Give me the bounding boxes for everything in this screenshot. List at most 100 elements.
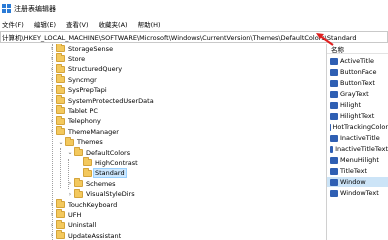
value-row[interactable]: HilightText bbox=[327, 111, 388, 121]
tree-item[interactable]: › UpdateAssistant bbox=[48, 230, 122, 240]
value-row[interactable]: GrayText bbox=[327, 89, 388, 99]
value-row[interactable]: TitleText bbox=[327, 166, 388, 176]
reg-dword-icon bbox=[330, 112, 338, 120]
menu-help[interactable]: 帮助(H) bbox=[138, 19, 161, 29]
chevron-right-icon bbox=[75, 159, 83, 167]
chevron-right-icon[interactable]: › bbox=[48, 65, 56, 73]
chevron-right-icon[interactable]: › bbox=[48, 55, 56, 63]
tree-item[interactable]: › Syncmgr bbox=[48, 74, 98, 85]
tree-guide-line bbox=[60, 148, 61, 188]
chevron-right-icon[interactable]: › bbox=[48, 211, 56, 219]
reg-dword-icon bbox=[330, 90, 338, 98]
chevron-right-icon[interactable]: › bbox=[48, 76, 56, 84]
reg-dword-icon bbox=[330, 134, 338, 142]
value-name: TitleText bbox=[340, 167, 368, 175]
value-row[interactable]: HotTrackingColor bbox=[327, 122, 388, 132]
tree-item-label: StorageSense bbox=[68, 44, 114, 53]
value-name: MenuHilight bbox=[340, 156, 379, 164]
chevron-down-icon[interactable]: ⌄ bbox=[66, 149, 74, 157]
reg-dword-icon bbox=[330, 79, 338, 87]
tree-item[interactable]: › SysPrepTapi bbox=[48, 84, 108, 96]
tree-item[interactable]: › VisualStyleDirs bbox=[66, 188, 136, 200]
tree-item-label: TouchKeyboard bbox=[68, 200, 118, 209]
value-row[interactable]: InactiveTitle bbox=[327, 133, 388, 143]
tree-item[interactable]: › SystemProtectedUserData bbox=[48, 95, 155, 106]
menu-favorites[interactable]: 收藏夹(A) bbox=[99, 19, 128, 29]
chevron-down-icon[interactable]: ⌄ bbox=[57, 138, 65, 146]
value-name: ButtonFace bbox=[340, 68, 377, 76]
value-row[interactable]: InactiveTitleText bbox=[327, 144, 388, 154]
chevron-right-icon[interactable]: › bbox=[48, 232, 56, 240]
chevron-right-icon[interactable]: › bbox=[48, 86, 56, 94]
tree-item[interactable]: › Uninstall bbox=[48, 219, 97, 231]
folder-icon bbox=[56, 84, 65, 94]
reg-dword-icon bbox=[330, 189, 338, 197]
menu-file[interactable]: 文件(F) bbox=[2, 19, 24, 29]
value-row[interactable]: Window bbox=[327, 177, 388, 187]
tree-item[interactable]: › Tablet PC bbox=[48, 105, 99, 116]
registry-tree[interactable]: › StorageSense › Store › StructuredQuery › Sync… bbox=[0, 44, 326, 240]
tree-item[interactable]: › Schemes bbox=[66, 178, 117, 189]
address-path[interactable]: 计算机\HKEY_LOCAL_MACHINE\SOFTWARE\Microsof… bbox=[1, 32, 357, 42]
reg-dword-icon bbox=[330, 156, 338, 164]
tree-item-label: ThemeManager bbox=[68, 127, 119, 136]
chevron-right-icon[interactable]: › bbox=[66, 180, 74, 188]
chevron-right-icon[interactable]: › bbox=[48, 107, 56, 115]
value-name: GrayText bbox=[340, 90, 369, 98]
chevron-right-icon[interactable]: › bbox=[48, 117, 56, 125]
title-bar: 注册表编辑器 bbox=[0, 0, 388, 17]
values-pane[interactable]: 名称 ActiveTitle ButtonFace ButtonText GrayTe… bbox=[327, 44, 388, 240]
value-row[interactable]: MenuHilight bbox=[327, 155, 388, 165]
folder-icon bbox=[56, 230, 65, 240]
tree-item-label: HighContrast bbox=[95, 158, 138, 167]
tree-item[interactable]: › UFH bbox=[48, 209, 82, 220]
menu-view[interactable]: 查看(V) bbox=[66, 19, 89, 29]
tree-item-label: DefaultColors bbox=[86, 148, 131, 157]
folder-icon bbox=[56, 199, 65, 208]
tree-item[interactable]: › ThemeManager bbox=[48, 126, 120, 137]
chevron-right-icon[interactable]: › bbox=[48, 45, 56, 53]
value-row[interactable]: Hilight bbox=[327, 100, 388, 110]
tree-item[interactable]: ⌄ DefaultColors bbox=[66, 147, 131, 158]
tree-item-label: Themes bbox=[77, 138, 103, 147]
window-title: 注册表编辑器 bbox=[14, 4, 56, 13]
tree-item-label: UpdateAssistant bbox=[68, 231, 122, 240]
values-column-header-name[interactable]: 名称 bbox=[327, 44, 388, 54]
chevron-right-icon[interactable]: › bbox=[48, 221, 56, 229]
tree-item[interactable]: › Store bbox=[48, 53, 86, 64]
chevron-right-icon[interactable]: › bbox=[48, 128, 56, 136]
folder-icon bbox=[56, 95, 65, 104]
folder-icon bbox=[56, 44, 65, 52]
folder-icon bbox=[74, 188, 83, 198]
value-row[interactable]: ButtonFace bbox=[327, 67, 388, 77]
tree-item[interactable]: ⌄ Themes bbox=[57, 136, 104, 148]
reg-dword-icon bbox=[330, 57, 338, 65]
menu-bar: 文件(F) 编辑(E) 查看(V) 收藏夹(A) 帮助(H) bbox=[0, 18, 388, 30]
reg-dword-icon bbox=[330, 178, 338, 186]
folder-icon bbox=[56, 74, 65, 84]
value-name: WindowText bbox=[340, 189, 379, 197]
folder-icon bbox=[56, 115, 65, 125]
tree-item-label: Uninstall bbox=[68, 221, 97, 230]
value-row[interactable]: ButtonText bbox=[327, 78, 388, 88]
regedit-app-icon bbox=[2, 4, 11, 13]
folder-icon bbox=[56, 105, 65, 115]
tree-item[interactable]: › TouchKeyboard bbox=[48, 199, 118, 210]
tree-item[interactable]: › StructuredQuery bbox=[48, 63, 123, 75]
value-row[interactable]: WindowText bbox=[327, 188, 388, 198]
chevron-right-icon[interactable]: › bbox=[66, 190, 74, 198]
tree-item-label: SysPrepTapi bbox=[68, 86, 107, 95]
value-name: ButtonText bbox=[340, 79, 375, 87]
value-row[interactable]: ActiveTitle bbox=[327, 56, 388, 66]
folder-icon bbox=[74, 147, 83, 156]
menu-edit[interactable]: 编辑(E) bbox=[34, 19, 56, 29]
folder-icon bbox=[56, 126, 65, 136]
tree-item[interactable]: HighContrast bbox=[75, 157, 139, 168]
value-name: HilightText bbox=[340, 112, 375, 120]
tree-item[interactable]: Standard bbox=[75, 167, 127, 179]
tree-item[interactable]: › Telephony bbox=[48, 115, 102, 127]
chevron-right-icon[interactable]: › bbox=[48, 201, 56, 209]
tree-item-label: Tablet PC bbox=[68, 106, 98, 115]
value-name: ActiveTitle bbox=[340, 57, 375, 65]
chevron-right-icon[interactable]: › bbox=[48, 97, 56, 105]
